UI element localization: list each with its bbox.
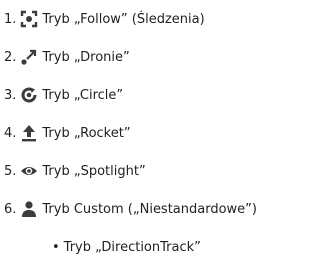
follow-icon <box>20 10 38 28</box>
sub-item-label: Tryb „DirectionTrack” <box>63 239 201 255</box>
item-label: Tryb „Spotlight” <box>42 163 146 179</box>
list-item-spotlight: 5. Tryb „Spotlight” <box>4 160 146 182</box>
list-item-custom: 6. Tryb Custom („Niestandardowe”) <box>4 198 257 220</box>
list-item-dronie: 2. Tryb „Dronie” <box>4 46 130 68</box>
spotlight-icon <box>20 162 38 180</box>
item-number: 4. <box>4 125 17 141</box>
sub-list-item-directiontrack: • Tryb „DirectionTrack” <box>52 236 201 258</box>
item-number: 6. <box>4 201 17 217</box>
item-label: Tryb „Circle” <box>42 87 124 103</box>
item-label: Tryb „Dronie” <box>42 49 130 65</box>
rocket-icon <box>20 124 38 142</box>
bullet: • <box>52 239 60 255</box>
item-number: 2. <box>4 49 17 65</box>
item-label: Tryb Custom („Niestandardowe”) <box>42 201 257 217</box>
list-item-rocket: 4. Tryb „Rocket” <box>4 122 131 144</box>
item-number: 5. <box>4 163 17 179</box>
circle-icon <box>20 86 38 104</box>
list-item-circle: 3. Tryb „Circle” <box>4 84 123 106</box>
item-label: Tryb „Rocket” <box>42 125 131 141</box>
item-label: Tryb „Follow” (Śledzenia) <box>42 11 205 27</box>
item-number: 3. <box>4 87 17 103</box>
dronie-icon <box>20 48 38 66</box>
item-number: 1. <box>4 11 17 27</box>
list-item-follow: 1. Tryb „Follow” (Śledzenia) <box>4 8 205 30</box>
person-icon <box>20 200 38 218</box>
